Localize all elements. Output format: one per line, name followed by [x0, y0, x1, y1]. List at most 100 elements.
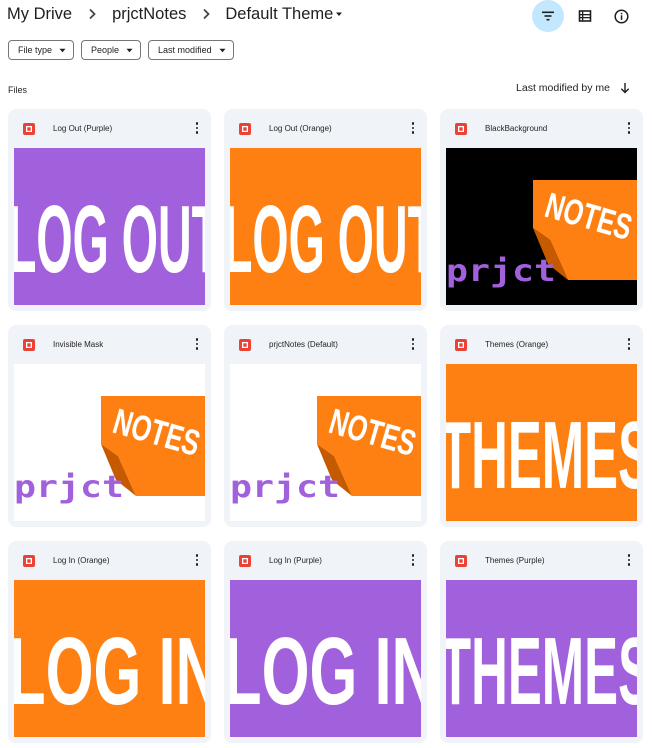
file-card[interactable]: Log Out (Purple) LOG OUT — [8, 109, 211, 311]
filter-label: People — [91, 45, 120, 55]
file-card-header: Themes (Orange) — [440, 325, 643, 363]
chevron-right-icon — [81, 3, 103, 25]
breadcrumb-current-folder[interactable]: Default Theme — [225, 5, 344, 24]
caret-down-icon — [126, 48, 133, 52]
file-card-header: prjctNotes (Default) — [224, 325, 427, 363]
thumbnail-title: THEMES — [446, 402, 637, 509]
thumbnail-image: THEMES — [446, 580, 637, 737]
file-thumbnail[interactable]: LOG OUT — [230, 148, 421, 305]
more-actions-icon[interactable] — [624, 121, 634, 135]
file-title[interactable]: prjctNotes (Default) — [269, 340, 338, 349]
file-card[interactable]: Log In (Purple) LOG IN — [224, 541, 427, 743]
file-thumbnail[interactable]: NOTES prjct — [446, 148, 637, 305]
more-actions-icon[interactable] — [408, 121, 418, 135]
thumbnail-image: LOG IN — [230, 580, 421, 737]
more-actions-icon[interactable] — [192, 121, 202, 135]
more-actions-icon[interactable] — [624, 553, 634, 567]
chevron-right-icon — [195, 3, 217, 25]
file-title[interactable]: Themes (Purple) — [485, 556, 545, 565]
sort-control[interactable]: Last modified by me — [516, 82, 630, 94]
details-button[interactable] — [605, 0, 637, 32]
file-card-header: Log Out (Orange) — [224, 109, 427, 147]
caret-down-icon — [336, 12, 343, 16]
file-card[interactable]: Invisible Mask NOTES prjct — [8, 325, 211, 527]
current-folder-name: Default Theme — [225, 4, 334, 23]
slides-file-icon — [239, 122, 251, 135]
thumbnail-title: THEMES — [446, 618, 637, 725]
arrow-down-icon[interactable] — [620, 82, 630, 94]
thumbnail-image: LOG IN — [14, 580, 205, 737]
file-thumbnail[interactable]: LOG OUT — [14, 148, 205, 305]
thumbnail-image: NOTESprjct — [230, 364, 421, 521]
thumbnail-image: THEMES — [446, 364, 637, 521]
breadcrumb: My Drive prjctNotes Default Theme — [6, 3, 344, 25]
more-actions-icon[interactable] — [408, 337, 418, 351]
prjct-word: prjct — [230, 470, 340, 505]
breadcrumb-prjctnotes[interactable]: prjctNotes — [111, 5, 187, 24]
file-card[interactable]: Themes (Orange) THEMES — [440, 325, 643, 527]
file-card[interactable]: Log Out (Orange) LOG OUT — [224, 109, 427, 311]
file-thumbnail[interactable]: THEMES — [446, 580, 637, 737]
slides-file-icon — [23, 122, 35, 135]
file-card-header: Invisible Mask — [8, 325, 211, 363]
filter-label: File type — [18, 45, 53, 55]
more-actions-icon[interactable] — [624, 337, 634, 351]
file-title[interactable]: Themes (Orange) — [485, 340, 548, 349]
file-title[interactable]: Log In (Purple) — [269, 556, 322, 565]
file-thumbnail[interactable]: NOTES prjct — [230, 364, 421, 521]
thumbnail-title: LOG IN — [14, 618, 205, 725]
thumbnail-image: NOTESprjct — [446, 148, 637, 305]
file-thumbnail[interactable]: LOG IN — [230, 580, 421, 737]
file-title[interactable]: BlackBackground — [485, 124, 547, 133]
slides-file-icon — [455, 338, 467, 351]
file-title[interactable]: Log In (Orange) — [53, 556, 109, 565]
filter-chips: File type People Last modified — [8, 40, 234, 60]
caret-down-icon — [219, 48, 226, 52]
slides-file-icon — [23, 554, 35, 567]
last-modified-filter[interactable]: Last modified — [148, 40, 234, 60]
thumbnail-title: LOG OUT — [14, 186, 205, 293]
people-filter[interactable]: People — [81, 40, 142, 60]
thumbnail-title: LOG OUT — [230, 186, 421, 293]
prjct-word: prjct — [14, 470, 124, 505]
file-thumbnail[interactable]: NOTES prjct — [14, 364, 205, 521]
more-actions-icon[interactable] — [192, 337, 202, 351]
thumbnail-image: LOG OUT — [14, 148, 205, 305]
file-card-header: Log Out (Purple) — [8, 109, 211, 147]
file-card[interactable]: prjctNotes (Default) NOTES prjct — [224, 325, 427, 527]
slides-file-icon — [455, 122, 467, 135]
file-title[interactable]: Log Out (Orange) — [269, 124, 332, 133]
file-title[interactable]: Log Out (Purple) — [53, 124, 112, 133]
file-card-header: Log In (Purple) — [224, 541, 427, 579]
filter-button[interactable] — [532, 0, 564, 32]
list-view-icon — [578, 10, 592, 22]
file-card-header: Log In (Orange) — [8, 541, 211, 579]
file-card[interactable]: Themes (Purple) THEMES — [440, 541, 643, 743]
info-icon — [613, 8, 629, 24]
file-card[interactable]: BlackBackground NOTES prjct — [440, 109, 643, 311]
file-card-header: Themes (Purple) — [440, 541, 643, 579]
top-bar: My Drive prjctNotes Default Theme — [0, 0, 652, 34]
file-thumbnail[interactable]: LOG IN — [14, 580, 205, 737]
breadcrumb-my-drive[interactable]: My Drive — [6, 5, 73, 24]
thumbnail-image: LOG OUT — [230, 148, 421, 305]
slides-file-icon — [23, 338, 35, 351]
file-type-filter[interactable]: File type — [8, 40, 75, 60]
list-layout-button[interactable] — [569, 0, 601, 32]
filter-label: Last modified — [158, 45, 212, 55]
file-title[interactable]: Invisible Mask — [53, 340, 103, 349]
slides-file-icon — [455, 554, 467, 567]
thumbnail-title: LOG IN — [230, 618, 421, 725]
file-card-header: BlackBackground — [440, 109, 643, 147]
more-actions-icon[interactable] — [408, 553, 418, 567]
file-thumbnail[interactable]: THEMES — [446, 364, 637, 521]
thumbnail-image: NOTESprjct — [14, 364, 205, 521]
files-section-label: Files — [8, 85, 28, 95]
caret-down-icon — [59, 48, 66, 52]
more-actions-icon[interactable] — [192, 553, 202, 567]
slides-file-icon — [239, 554, 251, 567]
slides-file-icon — [239, 338, 251, 351]
filter-icon — [542, 11, 554, 21]
file-card[interactable]: Log In (Orange) LOG IN — [8, 541, 211, 743]
sort-label: Last modified by me — [516, 82, 610, 94]
